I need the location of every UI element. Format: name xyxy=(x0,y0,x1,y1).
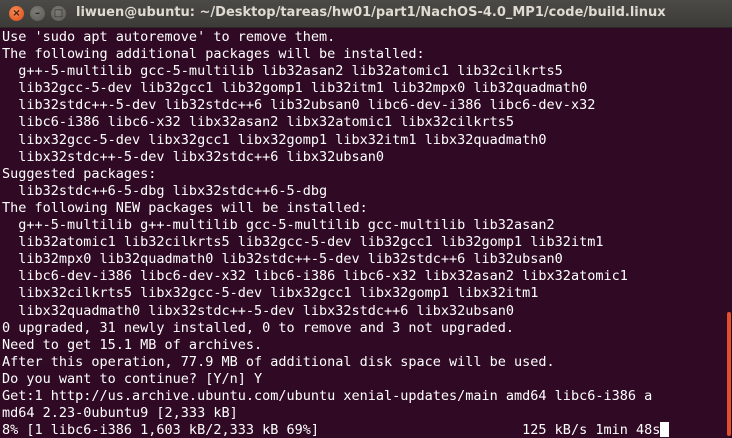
terminal-line: Do you want to continue? [Y/n] Y xyxy=(2,370,263,387)
terminal-line: The following NEW packages will be insta… xyxy=(2,199,368,216)
terminal-line: md64 2.23-0ubuntu9 [2,333 kB] xyxy=(2,405,238,422)
terminal-line: libx32gcc-5-dev libx32gcc1 libx32gomp1 l… xyxy=(2,131,547,148)
terminal-line: libc6-dev-i386 libc6-dev-x32 libc6-i386 … xyxy=(2,268,628,285)
terminal-line: g++-5-multilib gcc-5-multilib lib32asan2… xyxy=(2,63,563,80)
maximize-window-icon[interactable]: □ xyxy=(51,6,66,21)
window-titlebar[interactable]: × – □ liwuen@ubuntu: ~/Desktop/tareas/hw… xyxy=(0,0,732,28)
terminal-line: After this operation, 77.9 MB of additio… xyxy=(2,353,555,370)
download-progress-text: 8% [1 libc6-i386 1,603 kB/2,333 kB 69%] … xyxy=(2,422,661,437)
terminal-line: lib32gcc-5-dev lib32gcc1 lib32gomp1 lib3… xyxy=(2,80,588,97)
terminal-line: g++-5-multilib g++-multilib gcc-5-multil… xyxy=(2,217,555,234)
terminal-line: libc6-i386 libc6-x32 libx32asan2 libx32a… xyxy=(2,114,515,131)
terminal-line: lib32stdc++6-5-dbg libx32stdc++6-5-dbg xyxy=(2,182,328,199)
terminal-line: libx32stdc++-5-dev libx32stdc++6 libx32u… xyxy=(2,148,385,165)
terminal-scrollbar[interactable] xyxy=(727,312,731,436)
window-title: liwuen@ubuntu: ~/Desktop/tareas/hw01/par… xyxy=(76,5,666,20)
terminal-line: The following additional packages will b… xyxy=(2,46,425,63)
terminal-line: Use 'sudo apt autoremove' to remove them… xyxy=(2,29,336,45)
terminal-line: lib32mpx0 lib32quadmath0 lib32stdc++-5-d… xyxy=(2,251,563,268)
terminal-line: libx32cilkrts5 libx32gcc-5-dev libx32gcc… xyxy=(2,285,539,302)
terminal-output[interactable]: Use 'sudo apt autoremove' to remove them… xyxy=(2,29,714,437)
terminal-line: 0 upgraded, 31 newly installed, 0 to rem… xyxy=(2,319,515,336)
terminal-line: lib32stdc++-5-dev lib32stdc++6 lib32ubsa… xyxy=(2,97,596,114)
terminal-progress-line: 8% [1 libc6-i386 1,603 kB/2,333 kB 69%] … xyxy=(2,422,714,437)
terminal-line: Get:1 http://us.archive.ubuntu.com/ubunt… xyxy=(2,387,653,404)
close-window-icon[interactable]: × xyxy=(9,6,24,21)
minimize-window-icon[interactable]: – xyxy=(30,6,45,21)
terminal-line: libx32quadmath0 libx32stdc++-5-dev libx3… xyxy=(2,302,515,319)
terminal-cursor xyxy=(660,422,670,437)
terminal-line: Suggested packages: xyxy=(2,165,157,182)
terminal-line: lib32atomic1 lib32cilkrts5 lib32gcc-5-de… xyxy=(2,234,604,251)
terminal-line: Need to get 15.1 MB of archives. xyxy=(2,336,263,353)
